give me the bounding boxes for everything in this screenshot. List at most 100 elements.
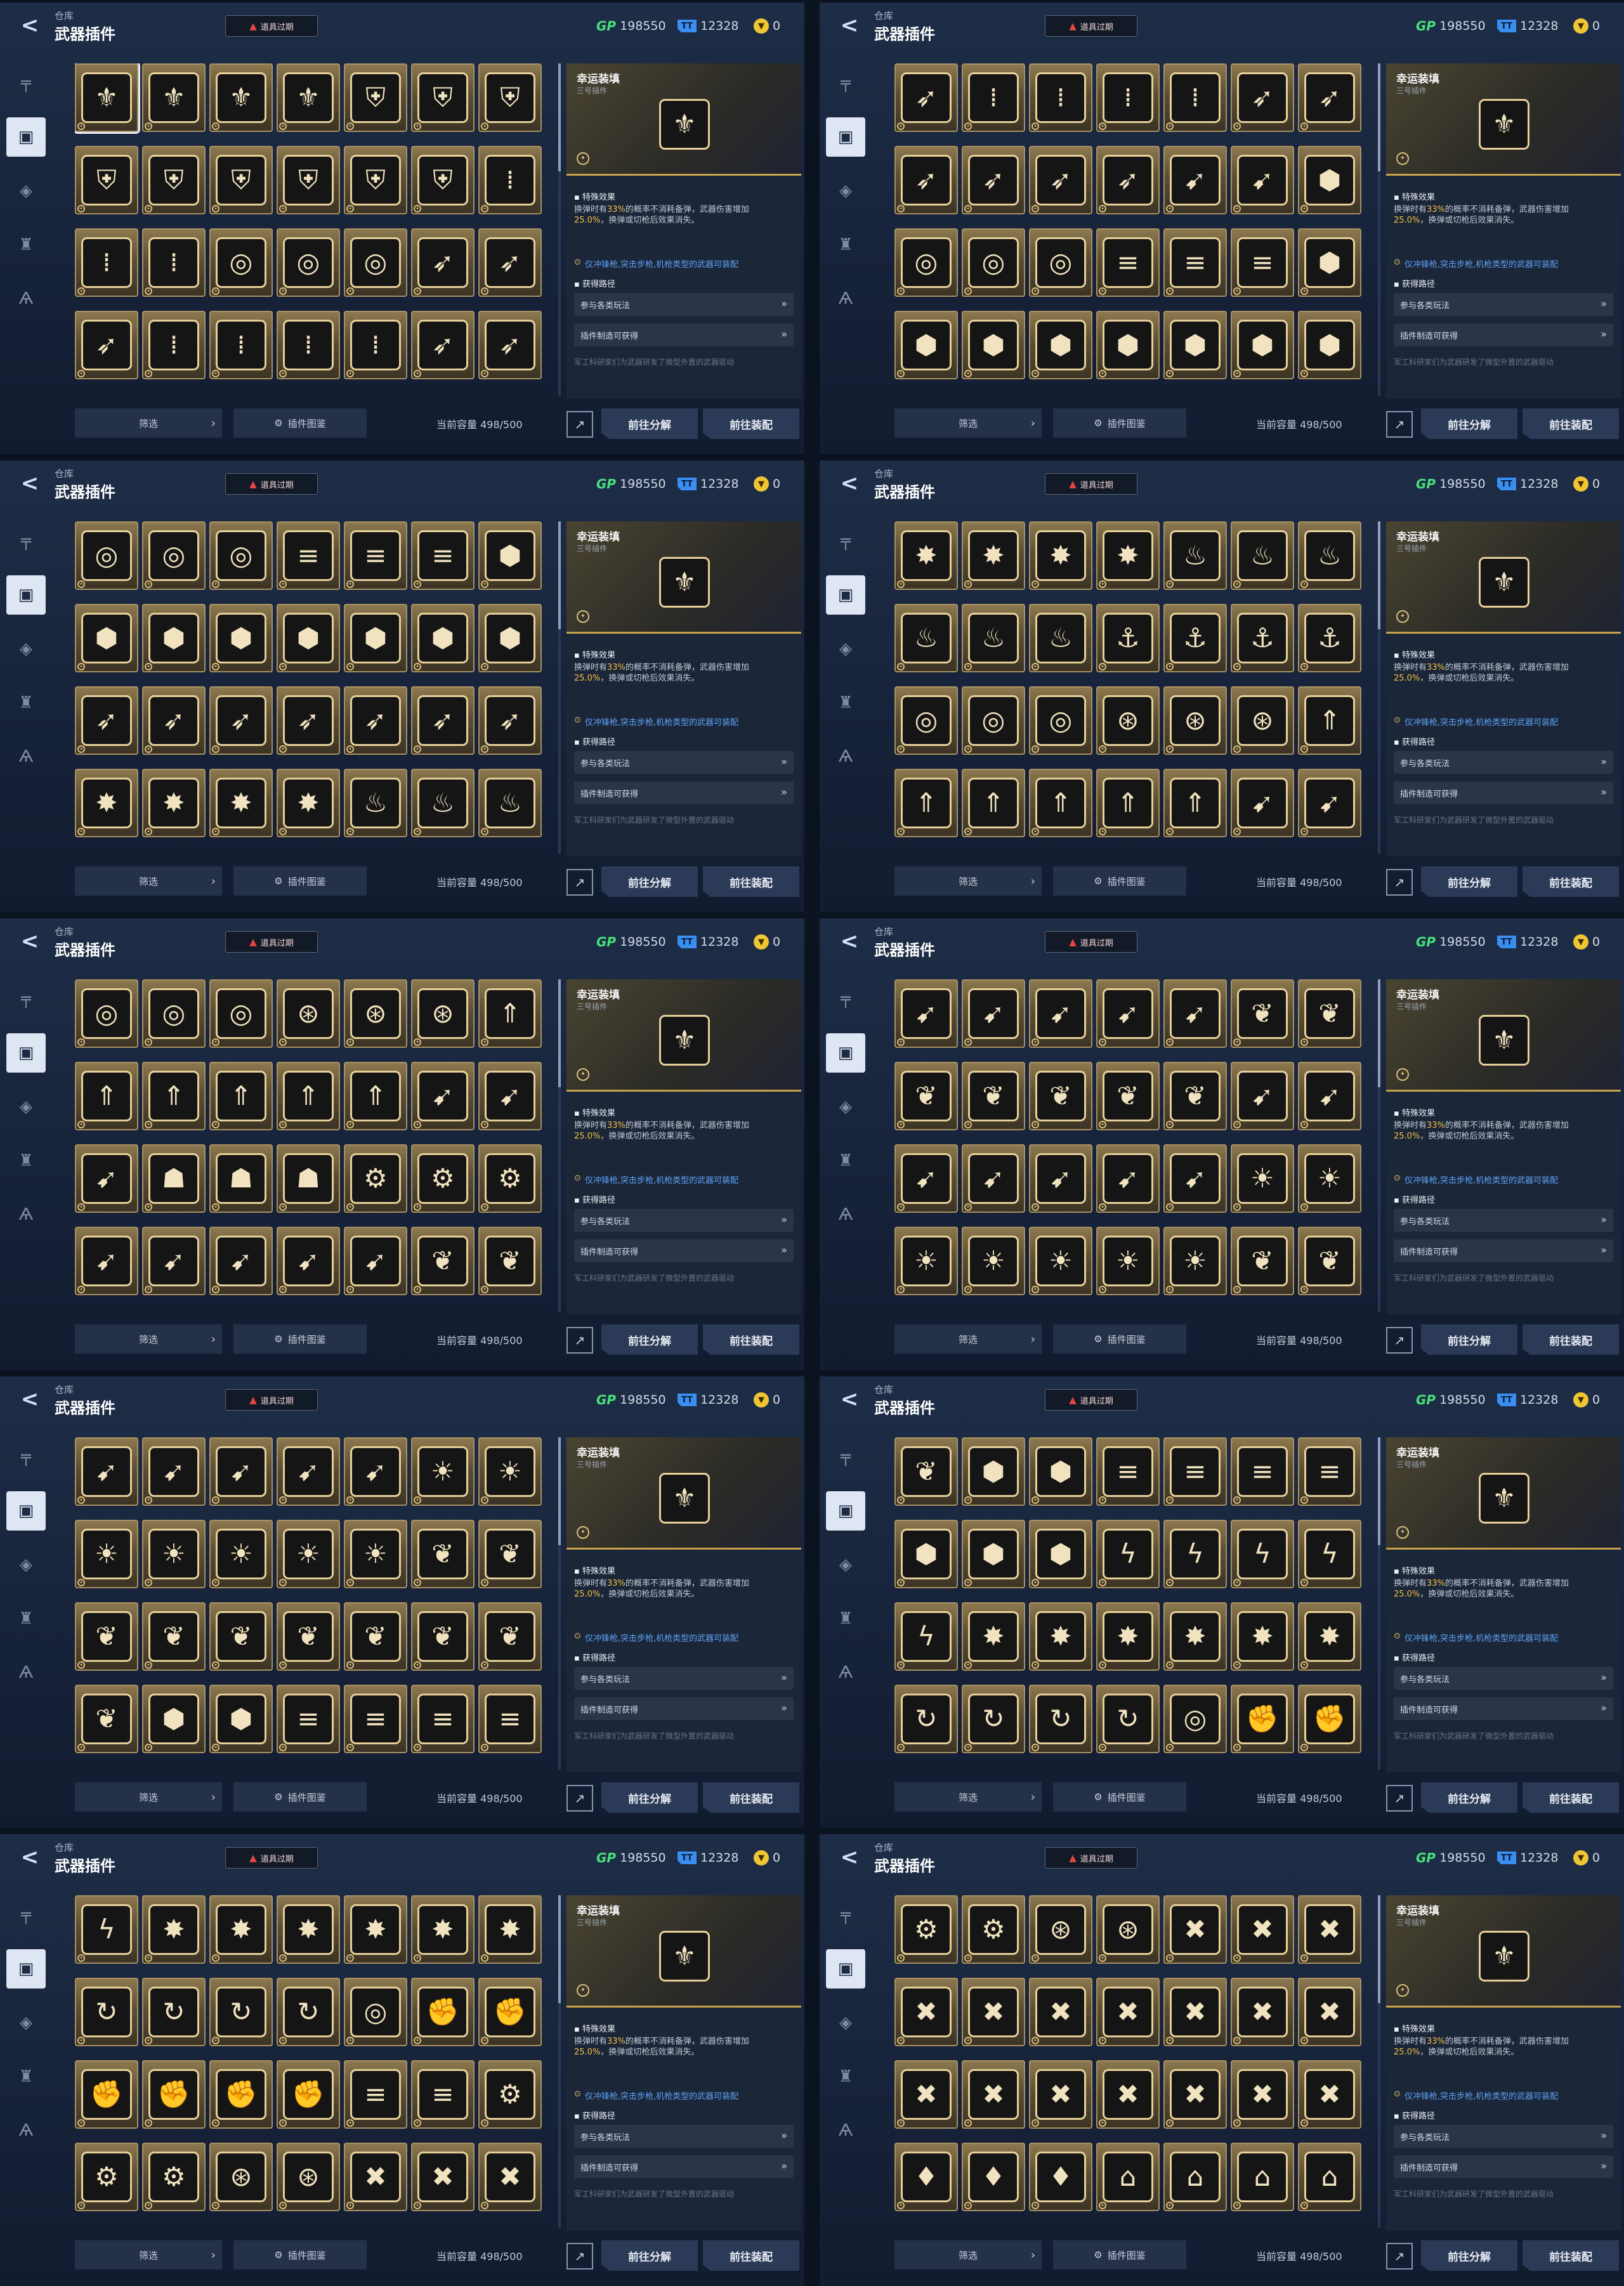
plugin-slot[interactable]: ⬢ ✦ xyxy=(894,311,958,379)
plugin-slot[interactable]: ☀ ✦ xyxy=(1231,1144,1294,1213)
source-gameplay-button[interactable]: 参与各类玩法 » xyxy=(574,1209,794,1232)
source-gameplay-button[interactable]: 参与各类玩法 » xyxy=(1394,751,1613,774)
plugin-slot[interactable]: ⛨ ✦ xyxy=(411,63,475,132)
plugin-slot[interactable]: ❦ ✦ xyxy=(1231,1227,1294,1295)
export-icon[interactable]: ↗ xyxy=(1386,2243,1413,2270)
plugin-slot[interactable]: ⬢ ✦ xyxy=(277,604,340,672)
plugin-slot[interactable]: ⬢ ✦ xyxy=(1298,228,1361,297)
back-arrow-icon[interactable]: < xyxy=(13,469,47,497)
plugin-slot[interactable]: ➹ ✦ xyxy=(1163,146,1227,214)
plugin-slot[interactable]: ⇑ ✦ xyxy=(962,769,1025,837)
filter-button[interactable]: 筛选 › xyxy=(894,2240,1042,2270)
dismantle-button[interactable]: 前往分解 xyxy=(1421,1782,1517,1813)
plugin-slot[interactable]: ⁞ ✦ xyxy=(277,311,340,379)
filter-button[interactable]: 筛选 › xyxy=(75,2240,222,2270)
plugin-slot[interactable]: ❦ ✦ xyxy=(411,1602,475,1671)
back-arrow-icon[interactable]: < xyxy=(832,469,867,497)
plugin-slot[interactable]: ≡ ✦ xyxy=(1096,228,1160,297)
plugin-slot[interactable]: ♦ ✦ xyxy=(1029,2143,1092,2211)
plugin-slot[interactable]: ✸ ✦ xyxy=(142,1895,206,1964)
plugin-slot[interactable]: ↻ ✦ xyxy=(277,1978,340,2046)
plugin-slot[interactable]: ✖ ✦ xyxy=(344,2143,407,2211)
plugin-slot[interactable]: ❦ ✦ xyxy=(1298,979,1361,1048)
gun-icon[interactable]: ╤ xyxy=(6,63,46,103)
capsule-icon[interactable]: ◈ xyxy=(826,1545,865,1584)
plugin-slot[interactable]: ✸ ✦ xyxy=(209,1895,273,1964)
plugin-slot[interactable]: ➶ ✦ xyxy=(1029,146,1092,214)
plugin-slot[interactable]: ✸ ✦ xyxy=(1096,521,1160,590)
capsule-icon[interactable]: ◈ xyxy=(826,629,865,669)
plugin-slot[interactable]: ✸ ✦ xyxy=(1029,1602,1092,1671)
expired-items-button[interactable]: ▲ 道具过期 xyxy=(1045,1389,1137,1411)
plugin-slot[interactable]: ⬢ ✦ xyxy=(962,1520,1025,1588)
plugin-slot[interactable]: ⌂ ✦ xyxy=(1163,2143,1227,2211)
plugin-slot[interactable]: ➹ ✦ xyxy=(411,1062,475,1130)
plugin-slot[interactable]: ✖ ✦ xyxy=(1298,2060,1361,2129)
scroll-thumb[interactable] xyxy=(1378,1895,1380,2003)
chip-icon[interactable]: ▣ xyxy=(826,1949,865,1989)
plugin-slot[interactable]: ↻ ✦ xyxy=(894,1685,958,1753)
plugin-slot[interactable]: ⁞ ✦ xyxy=(1163,63,1227,132)
plugin-slot[interactable]: ↻ ✦ xyxy=(75,1978,138,2046)
plugin-slot[interactable]: ➹ ✦ xyxy=(1231,1062,1294,1130)
plugin-slot[interactable]: ⛨ ✦ xyxy=(142,146,206,214)
equip-button[interactable]: 前往装配 xyxy=(703,408,799,439)
source-crafting-button[interactable]: 插件制造可获得 » xyxy=(1394,1697,1613,1720)
plugin-slot[interactable]: ◎ ✦ xyxy=(75,521,138,590)
plugin-slot[interactable]: ➹ ✦ xyxy=(209,1227,273,1295)
plugin-slot[interactable]: ⬢ ✦ xyxy=(1298,311,1361,379)
plugin-slot[interactable]: ✖ ✦ xyxy=(478,2143,542,2211)
dismantle-button[interactable]: 前往分解 xyxy=(601,408,698,439)
plugin-slot[interactable]: ☀ ✦ xyxy=(1029,1227,1092,1295)
plugin-slot[interactable]: ➶ ✦ xyxy=(411,311,475,379)
plugin-slot[interactable]: ⇑ ✦ xyxy=(478,979,542,1048)
grid-scrollbar[interactable] xyxy=(1378,521,1380,854)
plugin-slot[interactable]: ✸ ✦ xyxy=(894,521,958,590)
plugin-slot[interactable]: ✸ ✦ xyxy=(344,1895,407,1964)
plugin-slot[interactable]: ≡ ✦ xyxy=(277,521,340,590)
scroll-thumb[interactable] xyxy=(1378,1437,1380,1545)
codex-button[interactable]: ⚙ 插件图鉴 xyxy=(233,866,367,896)
plugin-slot[interactable]: ✸ ✦ xyxy=(277,769,340,837)
plugin-slot[interactable]: ⛨ ✦ xyxy=(209,146,273,214)
plugin-slot[interactable]: ⚜ ✦ xyxy=(142,63,206,132)
plugin-slot[interactable]: ⁞ ✦ xyxy=(962,63,1025,132)
grid-scrollbar[interactable] xyxy=(1378,63,1380,396)
plugin-slot[interactable]: ➹ ✦ xyxy=(142,1227,206,1295)
emblem-icon[interactable]: Ѧ xyxy=(826,2111,865,2150)
plugin-slot[interactable]: ◎ ✦ xyxy=(209,979,273,1048)
plugin-slot[interactable]: ♨ ✦ xyxy=(1029,604,1092,672)
source-gameplay-button[interactable]: 参与各类玩法 » xyxy=(1394,1667,1613,1690)
plugin-slot[interactable]: ◎ ✦ xyxy=(142,979,206,1048)
plugin-slot[interactable]: ⇑ ✦ xyxy=(142,1062,206,1130)
plugin-slot[interactable]: ✖ ✦ xyxy=(1029,2060,1092,2129)
armor-icon[interactable]: ♜ xyxy=(826,225,865,265)
plugin-slot[interactable]: ☗ ✦ xyxy=(277,1144,340,1213)
plugin-slot[interactable]: ≡ ✦ xyxy=(344,2060,407,2129)
armor-icon[interactable]: ♜ xyxy=(6,2057,46,2096)
codex-button[interactable]: ⚙ 插件图鉴 xyxy=(1053,1782,1186,1812)
chip-icon[interactable]: ▣ xyxy=(6,1949,46,1989)
chip-icon[interactable]: ▣ xyxy=(6,117,46,157)
plugin-slot[interactable]: ⛨ ✦ xyxy=(344,63,407,132)
source-crafting-button[interactable]: 插件制造可获得 » xyxy=(1394,1239,1613,1262)
plugin-slot[interactable]: ➹ ✦ xyxy=(142,1437,206,1506)
plugin-slot[interactable]: ➶ ✦ xyxy=(209,686,273,755)
emblem-icon[interactable]: Ѧ xyxy=(6,279,46,318)
plugin-slot[interactable]: ⁞ ✦ xyxy=(209,311,273,379)
plugin-slot[interactable]: ✖ ✦ xyxy=(1029,1978,1092,2046)
plugin-slot[interactable]: ➶ ✦ xyxy=(478,311,542,379)
plugin-slot[interactable]: ◎ ✦ xyxy=(894,228,958,297)
plugin-slot[interactable]: ✖ ✦ xyxy=(1231,2060,1294,2129)
filter-button[interactable]: 筛选 › xyxy=(75,866,222,896)
filter-button[interactable]: 筛选 › xyxy=(75,1324,222,1354)
plugin-slot[interactable]: ➹ ✦ xyxy=(75,1227,138,1295)
plugin-slot[interactable]: ✖ ✦ xyxy=(1163,1895,1227,1964)
codex-button[interactable]: ⚙ 插件图鉴 xyxy=(233,1782,367,1812)
emblem-icon[interactable]: Ѧ xyxy=(6,1195,46,1234)
gun-icon[interactable]: ╤ xyxy=(826,979,865,1019)
plugin-slot[interactable]: ☀ ✦ xyxy=(277,1520,340,1588)
scroll-thumb[interactable] xyxy=(558,1895,561,2003)
scroll-thumb[interactable] xyxy=(1378,979,1380,1087)
plugin-slot[interactable]: ◎ ✦ xyxy=(894,686,958,755)
